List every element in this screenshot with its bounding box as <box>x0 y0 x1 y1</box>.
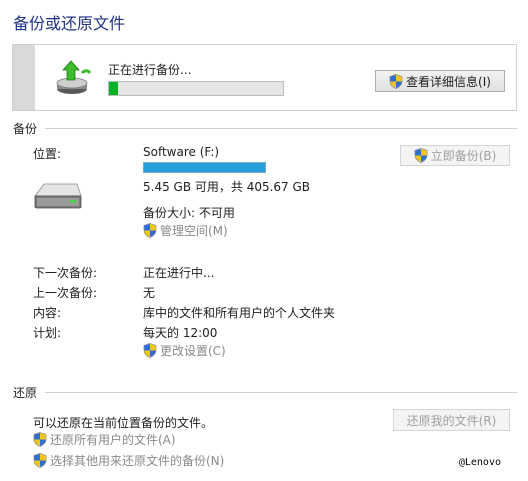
uac-shield-icon <box>389 74 403 89</box>
contents-value: 库中的文件和所有用户的个人文件夹 <box>143 306 336 320</box>
restore-my-files-label: 还原我的文件(R) <box>406 413 497 428</box>
backup-progress-fill <box>109 82 118 95</box>
view-details-label: 查看详细信息(I) <box>406 74 491 89</box>
watermark: @Lenovo <box>458 457 501 468</box>
select-other-backup-label: 选择其他用来还原文件的备份(N) <box>50 454 225 468</box>
backup-section-divider <box>45 128 517 129</box>
select-other-backup-link[interactable]: 选择其他用来还原文件的备份(N) <box>33 452 224 469</box>
last-backup-label: 上一次备份: <box>33 286 98 300</box>
schedule-value: 每天的 12:00 <box>143 326 218 340</box>
drive-name: Software (F:) <box>143 145 220 159</box>
backup-now-button[interactable]: 立即备份(B) <box>400 145 510 166</box>
hard-drive-icon <box>34 183 82 209</box>
restore-section-divider <box>45 392 517 393</box>
manage-space-link[interactable]: 管理空间(M) <box>143 222 228 239</box>
uac-shield-icon <box>414 148 428 163</box>
restore-all-users-label: 还原所有用户的文件(A) <box>50 433 176 447</box>
page-title: 备份或还原文件 <box>13 14 126 33</box>
uac-shield-icon <box>143 343 157 358</box>
uac-shield-icon <box>33 432 47 447</box>
backup-drive-icon <box>56 60 92 94</box>
drive-free-space: 5.45 GB 可用，共 405.67 GB <box>143 180 311 194</box>
restore-section-label: 还原 <box>13 386 38 400</box>
drive-usage-bar <box>143 162 266 173</box>
progress-status-text: 正在进行备份... <box>108 63 192 77</box>
view-details-button[interactable]: 查看详细信息(I) <box>375 70 505 92</box>
next-backup-label: 下一次备份: <box>33 266 98 280</box>
drive-usage-fill <box>144 163 265 172</box>
restore-all-users-link[interactable]: 还原所有用户的文件(A) <box>33 431 176 448</box>
backup-progress-bar <box>108 81 284 96</box>
contents-label: 内容: <box>33 306 62 320</box>
uac-shield-icon <box>33 453 47 468</box>
last-backup-value: 无 <box>143 286 156 300</box>
manage-space-label: 管理空间(M) <box>160 224 228 238</box>
backup-section-label: 备份 <box>13 122 38 136</box>
restore-description: 可以还原在当前位置备份的文件。 <box>33 416 214 430</box>
uac-shield-icon <box>143 223 157 238</box>
backup-now-label: 立即备份(B) <box>430 149 497 163</box>
restore-my-files-button[interactable]: 还原我的文件(R) <box>393 409 510 431</box>
backup-size: 备份大小: 不可用 <box>143 206 235 220</box>
panel-accent-bar <box>13 45 35 110</box>
location-label: 位置: <box>33 147 62 161</box>
next-backup-value: 正在进行中... <box>143 266 215 280</box>
change-settings-label: 更改设置(C) <box>160 344 226 358</box>
change-settings-link[interactable]: 更改设置(C) <box>143 342 226 359</box>
schedule-label: 计划: <box>33 326 62 340</box>
